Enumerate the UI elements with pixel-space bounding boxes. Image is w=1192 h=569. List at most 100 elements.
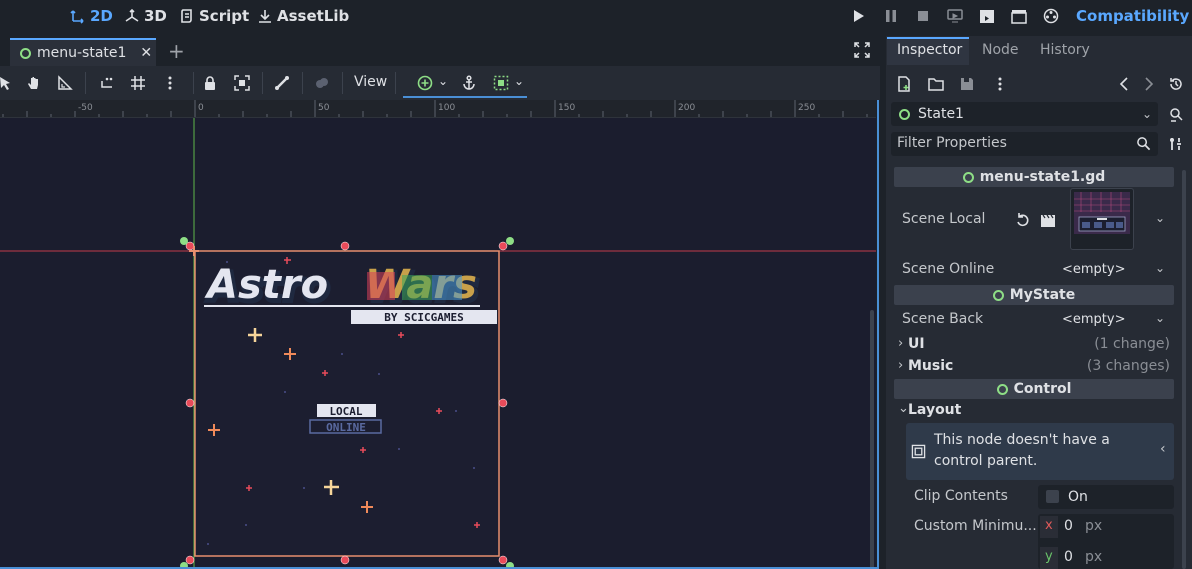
skeleton-button[interactable] (271, 72, 293, 94)
inspector-scrollbar[interactable] (1182, 170, 1186, 569)
chevron-down-icon[interactable]: ⌄ (438, 74, 448, 88)
grid-snap-button[interactable] (127, 72, 149, 94)
script-icon (181, 9, 192, 23)
scene-tab-menu-state1[interactable]: menu-state1 ✕ (10, 38, 156, 66)
3d-icon (125, 8, 139, 22)
scene-tab-label: menu-state1 (37, 45, 127, 61)
clip-contents-checkbox[interactable]: On (1038, 485, 1174, 509)
layout-group-label: Layout (908, 402, 962, 418)
grid-icon (131, 76, 145, 90)
music-group-changes: (3 changes) (1086, 358, 1170, 374)
ruler-mode-button[interactable] (54, 72, 76, 94)
add-circle-icon (417, 75, 433, 91)
remote-icon (947, 9, 963, 23)
property-options-button[interactable] (1165, 133, 1187, 155)
menu-online: ONLINE (326, 421, 366, 434)
node-icon (992, 289, 1004, 301)
load-resource-button[interactable] (925, 73, 947, 95)
remote-debug-button[interactable] (943, 5, 967, 27)
chevron-left-icon: ‹ (1160, 441, 1166, 457)
workspace-assetlib-label: AssetLib (277, 7, 350, 25)
history-back-button[interactable] (1114, 73, 1136, 95)
scene-local-thumbnail[interactable] (1070, 188, 1134, 250)
pause-button[interactable] (879, 5, 903, 27)
add-scene-tab-button[interactable]: + (168, 40, 188, 62)
control-section-header[interactable]: Control (894, 379, 1174, 399)
revert-scene-local-button[interactable] (1012, 209, 1034, 231)
stop-icon (918, 11, 928, 21)
canvas-viewport[interactable]: Astro Astro Wars Wars BY SCICGAMES LOCAL… (0, 118, 876, 569)
lock-button[interactable] (199, 72, 221, 94)
smart-snap-button[interactable] (96, 72, 118, 94)
min-y-value[interactable]: 0 (1064, 549, 1073, 565)
more-vertical-icon (998, 77, 1002, 91)
ui-group-label: UI (908, 336, 925, 352)
toolbar-separator (193, 72, 194, 94)
pan-mode-button[interactable] (23, 72, 45, 94)
history-forward-button[interactable] (1137, 73, 1159, 95)
layout-warning-box[interactable]: This node doesn't have a control parent.… (906, 423, 1174, 480)
min-x-value[interactable]: 0 (1064, 518, 1073, 534)
new-resource-button[interactable] (893, 73, 915, 95)
viewport-scrollbar (870, 310, 874, 569)
tab-history[interactable]: History (1040, 42, 1090, 64)
chevron-down-icon[interactable]: ⌄ (1155, 211, 1165, 225)
close-icon[interactable]: ✕ (140, 45, 152, 61)
save-resource-button[interactable] (956, 73, 978, 95)
renderer-select[interactable]: Compatibility ⌄ (1076, 5, 1192, 27)
ui-group[interactable]: › UI (1 change) (898, 336, 1174, 356)
tools-icon (1170, 138, 1181, 150)
chevron-down-icon[interactable]: ⌄ (1155, 311, 1165, 325)
scene-back-value[interactable]: <empty> (1062, 312, 1126, 327)
title-astro: Astro (204, 262, 328, 308)
play-custom-scene-button[interactable] (1007, 5, 1031, 27)
chevron-right-icon: › (898, 358, 904, 373)
hand-icon (28, 77, 38, 89)
node-documentation-button[interactable] (1165, 104, 1187, 126)
mystate-section-title: MyState (1009, 287, 1076, 303)
scene-online-value[interactable]: <empty> (1062, 262, 1126, 277)
control-node-icon (911, 444, 926, 459)
scene-online-label: Scene Online (902, 261, 995, 277)
packed-scene-icon-button (1037, 209, 1059, 231)
play-button[interactable] (846, 5, 870, 27)
extra-resource-options-button[interactable] (989, 73, 1011, 95)
distraction-free-button[interactable] (854, 42, 874, 62)
object-history-button[interactable] (1165, 73, 1187, 95)
search-icon (1137, 137, 1151, 151)
tab-inspector[interactable]: Inspector (897, 42, 962, 64)
workspace-3d-button[interactable]: 3D (124, 6, 167, 26)
chevron-right-icon: › (898, 336, 904, 351)
ruler-tick-label: 100 (438, 103, 455, 113)
music-group[interactable]: › Music (3 changes) (898, 358, 1174, 378)
save-icon (961, 78, 973, 90)
chevron-down-icon[interactable]: ⌄ (514, 74, 524, 88)
workspace-script-button[interactable]: Script (179, 6, 249, 26)
chevron-down-icon[interactable]: ⌄ (1155, 261, 1165, 275)
ruler-tick-label: -50 (78, 103, 93, 113)
snap-options-button[interactable] (159, 72, 181, 94)
movie-maker-button[interactable] (1039, 5, 1063, 27)
history-icon (1170, 78, 1182, 90)
node-name: State1 (918, 106, 964, 122)
play-scene-button[interactable] (975, 5, 999, 27)
bone-icon (275, 76, 289, 90)
mystate-section-header[interactable]: MyState (894, 285, 1174, 305)
container-sizing-button[interactable] (490, 72, 512, 94)
view-menu-button[interactable]: View (354, 74, 387, 90)
cloud-icon (316, 78, 328, 88)
chevron-down-icon: ⌄ (1141, 107, 1152, 121)
particles-button[interactable] (311, 72, 333, 94)
anchor-button[interactable] (458, 72, 480, 94)
add-point-button[interactable] (414, 72, 436, 94)
workspace-2d-button[interactable]: 2D (70, 6, 113, 26)
filter-properties-input[interactable]: Filter Properties (891, 132, 1158, 156)
script-section-header[interactable]: menu-state1.gd (894, 167, 1174, 187)
tab-node[interactable]: Node (982, 42, 1019, 64)
node-selector[interactable]: State1 ⌄ (891, 102, 1158, 126)
layout-group[interactable]: ⌄ Layout (898, 401, 1174, 422)
workspace-assetlib-button[interactable]: AssetLib (257, 6, 349, 26)
stop-button[interactable] (911, 5, 935, 27)
select-mode-button[interactable] (0, 72, 16, 94)
group-button[interactable] (231, 72, 253, 94)
